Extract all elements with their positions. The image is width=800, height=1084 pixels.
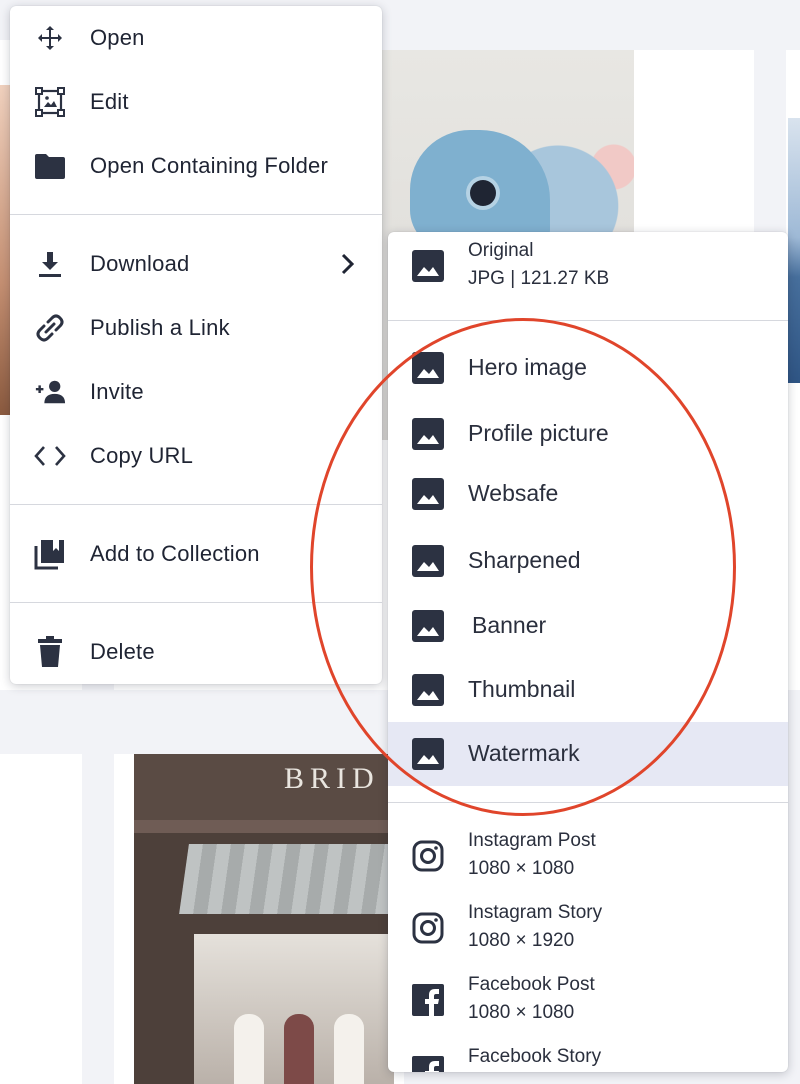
image-icon xyxy=(412,352,444,384)
menu-item-download[interactable]: Download xyxy=(10,232,382,296)
download-icon xyxy=(34,250,66,278)
storefront-sign: BRID xyxy=(284,762,380,795)
menu-item-label: Copy URL xyxy=(90,443,194,468)
chevron-right-icon xyxy=(340,252,356,281)
image-icon xyxy=(412,478,444,510)
move-arrows-icon xyxy=(34,24,66,52)
preset-label: Banner xyxy=(472,612,547,638)
menu-item-label: Open xyxy=(90,25,145,50)
instagram-icon xyxy=(412,912,444,944)
context-menu: Open Edit Open Containing Folder Downloa… xyxy=(10,6,382,684)
menu-item-label: Download xyxy=(90,251,190,276)
menu-item-label: Invite xyxy=(90,379,144,404)
original-detail: JPG | 121.27 KB xyxy=(468,268,610,289)
code-brackets-icon xyxy=(34,442,66,470)
preset-banner[interactable]: Banner xyxy=(388,594,788,658)
link-icon xyxy=(34,314,66,342)
social-facebook-post[interactable]: Facebook Post 1080 × 1080 xyxy=(388,966,788,1038)
facebook-icon xyxy=(412,984,444,1016)
menu-divider xyxy=(10,602,382,603)
menu-divider xyxy=(10,504,382,505)
preset-label: Thumbnail xyxy=(468,676,576,702)
preset-watermark[interactable]: Watermark xyxy=(388,722,788,786)
instagram-icon xyxy=(412,840,444,872)
edit-image-icon xyxy=(34,87,66,117)
submenu-divider xyxy=(388,320,788,321)
menu-item-open-containing-folder[interactable]: Open Containing Folder xyxy=(10,134,382,198)
preset-thumbnail[interactable]: Thumbnail xyxy=(388,658,788,722)
preset-label: Profile picture xyxy=(468,420,609,446)
menu-item-add-to-collection[interactable]: Add to Collection xyxy=(10,522,382,586)
menu-item-label: Add to Collection xyxy=(90,541,260,566)
menu-item-label: Publish a Link xyxy=(90,315,230,340)
menu-item-delete[interactable]: Delete xyxy=(10,620,382,684)
add-person-icon xyxy=(34,378,66,406)
menu-item-publish-link[interactable]: Publish a Link xyxy=(10,296,382,360)
social-label: Facebook Story xyxy=(468,1046,602,1067)
download-submenu: Original JPG | 121.27 KB Hero image Prof… xyxy=(388,232,788,1072)
preset-label: Websafe xyxy=(468,480,559,506)
menu-item-invite[interactable]: Invite xyxy=(10,360,382,424)
menu-item-label: Edit xyxy=(90,89,129,114)
social-detail: 1080 × 1080 xyxy=(468,1002,575,1023)
social-detail: 1080 × 1080 xyxy=(468,858,575,879)
collection-icon xyxy=(34,540,66,570)
folder-icon xyxy=(34,152,66,180)
facebook-icon xyxy=(412,1056,444,1072)
image-icon xyxy=(412,674,444,706)
menu-item-copy-url[interactable]: Copy URL xyxy=(10,424,382,488)
menu-item-open[interactable]: Open xyxy=(10,6,382,70)
social-facebook-story[interactable]: Facebook Story xyxy=(388,1038,788,1072)
image-icon xyxy=(412,418,444,450)
menu-item-label: Open Containing Folder xyxy=(90,153,328,178)
preset-label: Hero image xyxy=(468,354,587,380)
trash-icon xyxy=(34,636,66,667)
social-detail: 1080 × 1920 xyxy=(468,930,575,951)
preset-websafe[interactable]: Websafe xyxy=(388,462,788,526)
asset-thumbnail-storefront[interactable]: BRID xyxy=(134,754,394,1084)
preset-label: Watermark xyxy=(468,740,580,766)
asset-card-left-bottom[interactable] xyxy=(0,754,82,1084)
download-original[interactable]: Original JPG | 121.27 KB xyxy=(388,232,788,312)
social-label: Instagram Story xyxy=(468,902,603,923)
preset-profile-picture[interactable]: Profile picture xyxy=(388,402,788,466)
social-label: Instagram Post xyxy=(468,830,596,851)
preset-sharpened[interactable]: Sharpened xyxy=(388,529,788,593)
asset-thumbnail-portrait[interactable] xyxy=(0,85,10,415)
social-instagram-story[interactable]: Instagram Story 1080 × 1920 xyxy=(388,894,788,966)
asset-thumbnail-sea[interactable] xyxy=(788,118,800,383)
image-icon xyxy=(412,738,444,770)
menu-item-edit[interactable]: Edit xyxy=(10,70,382,134)
image-icon xyxy=(412,610,444,642)
menu-item-label: Delete xyxy=(90,639,155,664)
image-icon xyxy=(412,545,444,577)
social-label: Facebook Post xyxy=(468,974,595,995)
submenu-divider xyxy=(388,802,788,803)
social-instagram-post[interactable]: Instagram Post 1080 × 1080 xyxy=(388,822,788,894)
original-label: Original xyxy=(468,240,534,261)
image-icon xyxy=(412,250,444,282)
menu-divider xyxy=(10,214,382,215)
preset-label: Sharpened xyxy=(468,547,581,573)
preset-hero-image[interactable]: Hero image xyxy=(388,336,788,400)
